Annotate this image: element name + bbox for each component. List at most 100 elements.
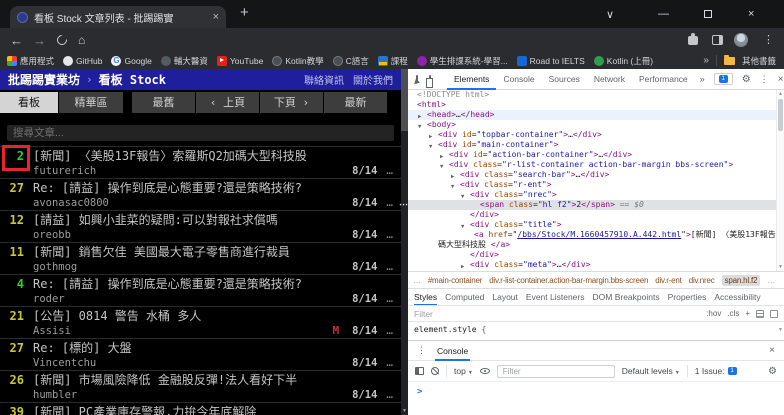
tab-close-icon[interactable]: × [213,11,219,23]
dom-tree-line[interactable]: <html> [408,100,776,110]
bookmark-item[interactable]: C語言 [332,55,369,67]
scroll-up-icon[interactable]: ▲ [777,91,784,97]
bookmark-item[interactable]: Road to IELTS [516,55,585,66]
dom-tree-line[interactable]: 碼大型科技股 </a> [408,240,776,250]
elements-scrollbar-thumb[interactable] [778,99,783,131]
post-title-link[interactable]: Re: [標的] 大盤 [33,339,132,356]
scroll-down-icon[interactable]: ▼ [401,408,408,414]
new-style-rule-button[interactable]: + [745,309,750,318]
browser-menu-icon[interactable]: ⋮ [763,33,774,46]
dom-tree-line[interactable]: <!DOCTYPE html> [408,90,776,100]
dom-tree-line[interactable]: ▶ <head>…</head> [408,110,776,120]
search-input[interactable] [7,125,394,141]
styles-tab-properties[interactable]: Properties [668,289,707,305]
post-row[interactable]: 4 Re: [請益] 操作到底是心態重要?還是策略技術? roder 8/14… [0,274,401,306]
dom-tree-line[interactable]: <a href="/bbs/Stock/M.1660457910.A.442.h… [408,230,776,240]
devtools-tab-performance[interactable]: Performance [632,69,695,90]
dom-tree-line[interactable]: ▼ <div class="r-list-container action-bar… [408,160,776,170]
post-more-icon[interactable]: … [386,164,394,177]
styles-filter-input[interactable] [414,308,534,319]
home-button[interactable]: ⌂ [78,28,85,52]
back-button[interactable]: ← [10,28,23,52]
dom-tree-line[interactable]: ▼ <div class="r-ent"> [408,180,776,190]
device-toolbar-icon[interactable] [426,74,433,88]
console-issues-button[interactable]: 1 Issue: 1 [695,366,737,376]
inspect-element-icon[interactable] [416,75,418,83]
post-title-link[interactable]: [新聞] 市場風險降低 金融股反彈!法人看好下半 [33,371,297,388]
post-row[interactable]: 21 [公告] 0814 警告 水桶 多人 Assisi M 8/14… [0,306,401,338]
console-filter-input[interactable] [496,364,615,378]
dom-tree-line[interactable]: </div> [408,210,776,220]
styles-tab-accessibility[interactable]: Accessibility [714,289,760,305]
dom-tree-line[interactable]: ▼ <div id="main-container"> [408,140,776,150]
live-expression-icon[interactable] [479,368,490,374]
post-title-link[interactable]: Re: [請益] 操作到底是心態重要?還是策略技術? [33,275,302,292]
styles-tab-computed[interactable]: Computed [445,289,484,305]
devtools-tab-console[interactable]: Console [496,69,541,90]
dom-tree-line[interactable]: </div> [408,250,776,260]
devtools-menu-icon[interactable]: ⋮ [760,74,769,85]
dom-tree-line[interactable]: ▼ <div class="title"> [408,220,776,230]
breadcrumb-item[interactable]: #main-container [428,276,483,285]
post-more-icon[interactable]: … [386,324,394,337]
computed-grid-icon[interactable] [756,309,764,318]
post-title-link[interactable]: [新聞] 〈美股13F報告〉索羅斯Q2加碼大型科技股 [33,147,307,164]
devtools-close-icon[interactable]: × [778,74,784,85]
bookmark-item[interactable]: G Google [111,55,152,66]
bookmark-item[interactable]: Kotlin (上冊) | 綠豆... [593,55,655,67]
post-title-link[interactable]: [公告] 0814 警告 水桶 多人 [33,307,201,324]
board-tab-jinghua[interactable]: 精華區 [59,92,123,113]
styles-scroll-down-icon[interactable]: ▼ [778,327,783,333]
post-row[interactable]: 27 Re: [標的] 大盤 Vincentchu 8/14… [0,338,401,370]
devtools-tab-network[interactable]: Network [587,69,632,90]
minimize-button[interactable]: — [658,0,669,28]
dom-tree-line[interactable]: ▼ <div class="nrec"> [408,190,776,200]
breadcrumb-item[interactable]: span.hl.f2 [721,274,761,286]
post-row[interactable]: 12 [請益] 如興小韭菜的疑問:可以對報社求償嗎 oreobb 8/14… [0,210,401,242]
ptt-board-title[interactable]: 看板 Stock [99,71,166,88]
console-prompt[interactable]: > [408,382,784,397]
paging-button-1[interactable]: ‹ 上頁 [196,92,259,113]
new-tab-button[interactable]: + [240,4,249,21]
post-row[interactable]: 11 [新聞] 銷售欠佳 美國最大電子零售商進行裁員 gothmog 8/14… [0,242,401,274]
bookmark-item[interactable]: GitHub [63,55,102,66]
breadcrumb-item[interactable]: div.r-ent [655,276,682,285]
dom-tree-line[interactable]: ▶ <div id="action-bar-container">…</div> [408,150,776,160]
reload-icon[interactable] [54,32,70,48]
element-style-rule[interactable]: element.style { [408,321,784,340]
styles-tab-styles[interactable]: Styles [414,289,437,305]
bookmark-item[interactable]: 學生排課系統-學習... [416,55,508,67]
extensions-icon[interactable] [688,33,698,45]
post-title-link[interactable]: Re: [請益] 操作到底是心態重要?還是策略技術? [33,179,302,196]
post-more-icon[interactable]: … [386,388,394,401]
about-link[interactable]: 關於我們 [353,72,393,87]
tab-search-icon[interactable]: ∨ [606,0,614,28]
elements-scrollbar[interactable]: ▲ ▼ [776,90,784,271]
bookmark-item[interactable]: 應用程式 [7,55,54,67]
pseudo-state-toggle[interactable]: :hov [706,309,721,318]
styles-tab-layout[interactable]: Layout [492,289,518,305]
breadcrumb-item[interactable]: … [413,276,421,285]
scroll-down-icon[interactable]: ▼ [777,264,784,270]
console-settings-icon[interactable]: ⚙ [768,366,777,377]
issues-button[interactable]: 1 [713,73,733,85]
console-context-selector[interactable]: top ▼ [454,366,473,376]
contact-link[interactable]: 聯絡資訊 [304,72,344,87]
devtools-tab-sources[interactable]: Sources [542,69,587,90]
close-window-button[interactable]: × [748,0,754,28]
page-scrollbar-thumb[interactable] [401,69,408,131]
console-levels-selector[interactable]: Default levels ▼ [622,366,680,376]
post-more-icon[interactable]: … [386,356,394,369]
post-more-icon[interactable]: … [386,292,394,305]
post-row[interactable]: 26 [新聞] 市場風險降低 金融股反彈!法人看好下半 humbler 8/14… [0,370,401,402]
tree-collapse-icon[interactable]: ▶ [461,262,464,272]
post-more-icon[interactable]: … [386,260,394,273]
post-more-icon[interactable]: … [386,228,394,241]
dom-tree-line[interactable]: ▶ <div class="meta">…</div> [408,260,776,270]
console-drawer-tab[interactable]: Console [435,341,470,361]
breadcrumb-item[interactable]: div.nrec [689,276,715,285]
browser-tab[interactable]: 看板 Stock 文章列表 - 批踢踢實 × [10,6,226,28]
post-title-link[interactable]: [請益] 如興小韭菜的疑問:可以對報社求償嗎 [33,211,278,228]
drawer-menu-icon[interactable]: ⋮ [417,345,426,356]
page-scrollbar[interactable]: ▼ [401,69,408,415]
